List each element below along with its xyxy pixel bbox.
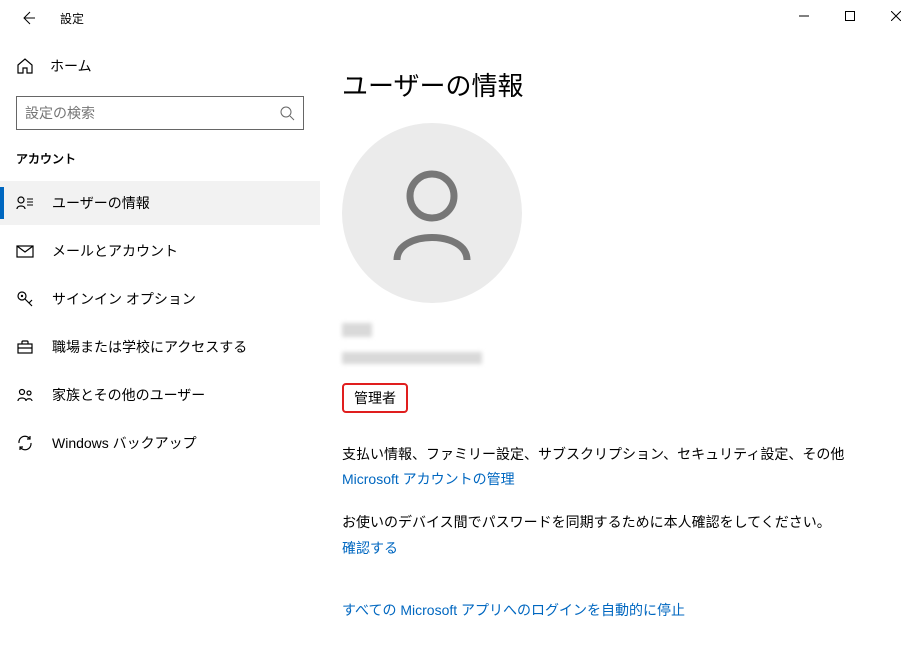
sidebar-section-header: アカウント: [0, 150, 320, 181]
minimize-icon: [799, 11, 809, 21]
account-info-text: 支払い情報、ファミリー設定、サブスクリプション、セキュリティ設定、その他: [342, 443, 879, 465]
avatar: [342, 123, 522, 303]
page-title: ユーザーの情報: [342, 66, 879, 103]
main-content: ユーザーの情報 管理者 支払い情報、ファミリー設定、サブスクリプション、セキュリ…: [320, 36, 919, 661]
briefcase-icon: [16, 338, 34, 356]
search-icon: [279, 105, 295, 121]
minimize-button[interactable]: [781, 0, 827, 32]
person-icon: [377, 158, 487, 268]
close-icon: [891, 11, 901, 21]
sidebar-item-label: Windows バックアップ: [52, 433, 197, 453]
maximize-button[interactable]: [827, 0, 873, 32]
sidebar-item-work-school[interactable]: 職場または学校にアクセスする: [0, 325, 320, 369]
user-name-redacted: [342, 323, 879, 346]
mail-icon: [16, 242, 34, 260]
people-icon: [16, 386, 34, 404]
sidebar-item-label: 家族とその他のユーザー: [52, 385, 205, 405]
maximize-icon: [845, 11, 855, 21]
sidebar-item-label: サインイン オプション: [52, 289, 196, 309]
window-controls: [781, 0, 919, 32]
close-button[interactable]: [873, 0, 919, 32]
sync-icon: [16, 434, 34, 452]
home-icon: [16, 57, 34, 75]
search-box[interactable]: [16, 96, 304, 130]
manage-account-link[interactable]: Microsoft アカウントの管理: [342, 469, 515, 489]
sidebar-item-user-info[interactable]: ユーザーの情報: [0, 181, 320, 225]
sidebar-item-email-accounts[interactable]: メールとアカウント: [0, 229, 320, 273]
sidebar-item-signin-options[interactable]: サインイン オプション: [0, 277, 320, 321]
verify-info-text: お使いのデバイス間でパスワードを同期するために本人確認をしてください。: [342, 511, 879, 533]
arrow-left-icon: [20, 10, 36, 26]
verify-link[interactable]: 確認する: [342, 538, 398, 558]
sidebar-item-label: 職場または学校にアクセスする: [52, 337, 247, 357]
search-input[interactable]: [25, 105, 279, 121]
home-label: ホーム: [50, 56, 92, 76]
stop-signin-link[interactable]: すべての Microsoft アプリへのログインを自動的に停止: [342, 600, 685, 620]
user-email-redacted: [342, 352, 879, 373]
key-icon: [16, 290, 34, 308]
role-badge: 管理者: [342, 383, 408, 413]
user-badge-icon: [16, 194, 34, 212]
back-button[interactable]: [12, 2, 44, 34]
titlebar: 設定: [0, 0, 919, 36]
sidebar-item-label: メールとアカウント: [52, 241, 178, 261]
sidebar-item-windows-backup[interactable]: Windows バックアップ: [0, 421, 320, 465]
window-title: 設定: [60, 10, 84, 27]
sidebar: ホーム アカウント ユーザーの情報 メールとアカウント: [0, 36, 320, 661]
home-button[interactable]: ホーム: [0, 48, 320, 84]
sidebar-item-label: ユーザーの情報: [52, 193, 150, 213]
sidebar-item-family-users[interactable]: 家族とその他のユーザー: [0, 373, 320, 417]
